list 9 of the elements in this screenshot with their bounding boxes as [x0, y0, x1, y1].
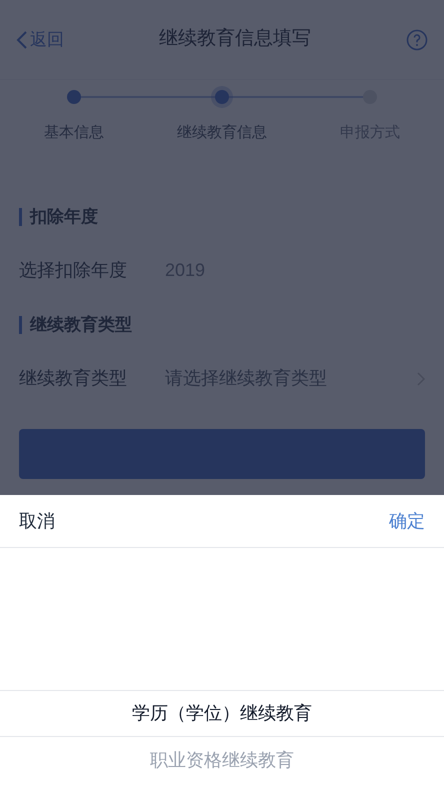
section-title: 继续教育类型 — [30, 314, 132, 336]
field-label: 选择扣除年度 — [19, 259, 128, 282]
confirm-button[interactable]: 确定 — [389, 508, 425, 534]
picker-option[interactable]: 职业资格继续教育 — [0, 737, 444, 784]
field-label: 继续教育类型 — [19, 367, 128, 390]
cancel-button[interactable]: 取消 — [19, 508, 55, 534]
page-title: 继续教育信息填写 — [159, 26, 311, 52]
section-title: 扣除年度 — [30, 206, 98, 228]
picker-option[interactable]: 学历（学位）继续教育 — [0, 690, 444, 737]
